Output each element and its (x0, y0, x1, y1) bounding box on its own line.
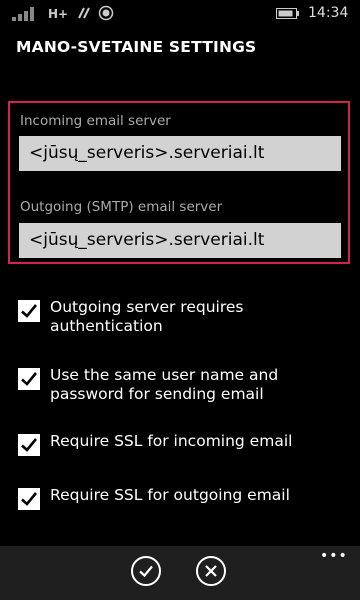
incoming-server-input[interactable] (19, 136, 341, 171)
option-label: Require SSL for outgoing email (50, 486, 290, 504)
checkbox[interactable] (18, 368, 40, 390)
option-label: Outgoing server requires authentication (50, 298, 244, 335)
option-label: Use the same user name and password for … (50, 366, 279, 403)
checkmark-icon (21, 492, 38, 506)
signal-strength-icon (12, 7, 34, 21)
checkbox[interactable] (18, 434, 40, 456)
close-icon (205, 565, 217, 577)
save-button[interactable] (131, 556, 161, 586)
server-settings-box: Incoming email server Outgoing (SMTP) em… (8, 101, 350, 264)
checkmark-icon (139, 565, 153, 578)
app-bar: ••• (0, 546, 360, 600)
outgoing-server-input[interactable] (19, 223, 341, 258)
status-bar: H+ 14:34 (0, 0, 360, 28)
checkmark-icon (21, 304, 38, 318)
clock: 14:34 (308, 5, 349, 21)
checkmark-icon (21, 372, 38, 386)
checkbox[interactable] (18, 300, 40, 322)
checkbox[interactable] (18, 488, 40, 510)
outgoing-server-label: Outgoing (SMTP) email server (20, 199, 223, 215)
page-title: MANO-SVETAINE SETTINGS (16, 38, 257, 56)
option-label: Require SSL for incoming email (50, 432, 293, 450)
location-icon (98, 5, 114, 21)
more-options-button[interactable]: ••• (320, 548, 348, 564)
cancel-button[interactable] (196, 556, 226, 586)
settings-screen: H+ 14:34 MANO-SVETAINE SETTINGS Incoming… (0, 0, 360, 600)
data-sync-icon (78, 7, 90, 19)
network-type: H+ (48, 7, 69, 21)
incoming-server-label: Incoming email server (20, 113, 171, 129)
checkmark-icon (21, 438, 38, 452)
battery-icon (276, 8, 299, 19)
